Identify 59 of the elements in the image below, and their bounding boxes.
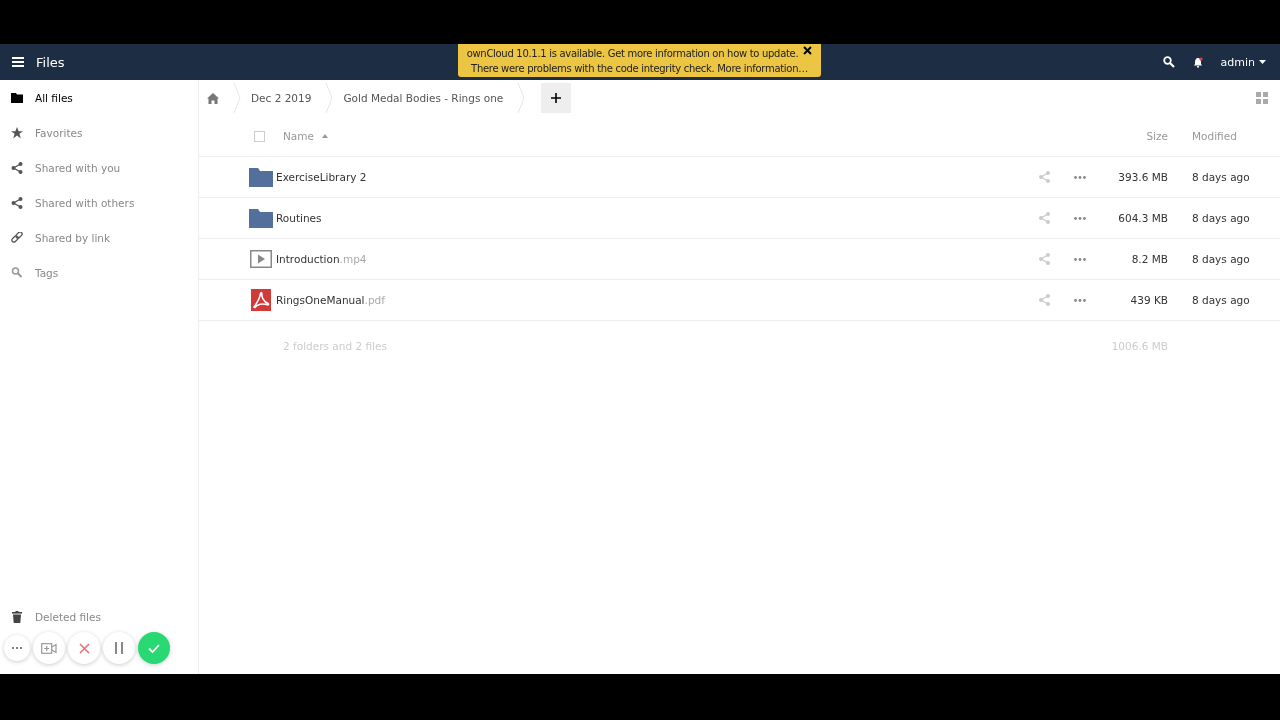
- file-size: 393.6 MB: [1117, 171, 1168, 183]
- search-icon[interactable]: [1162, 56, 1175, 68]
- sidebar-item[interactable]: Tags: [0, 255, 198, 290]
- cancel-button[interactable]: [68, 632, 100, 664]
- folder-icon: [249, 208, 273, 228]
- pause-icon: [115, 642, 123, 654]
- sidebar-item[interactable]: All files: [0, 80, 198, 115]
- breadcrumb[interactable]: Gold Medal Bodies - Rings one: [343, 92, 504, 104]
- pdf-file-icon: [251, 289, 271, 311]
- file-name[interactable]: Routines: [276, 212, 322, 224]
- share-icon: [11, 196, 23, 209]
- notification-text[interactable]: There were problems with the code integrity check. More information…: [471, 60, 808, 76]
- folder-icon: [11, 92, 23, 103]
- menu-icon[interactable]: [12, 57, 24, 67]
- sidebar-item[interactable]: Deleted files: [0, 599, 198, 634]
- sidebar-item[interactable]: Shared with you: [0, 150, 198, 185]
- select-all-checkbox[interactable]: [254, 130, 265, 142]
- sidebar-item[interactable]: Shared with others: [0, 185, 198, 220]
- notification-text: ownCloud 10.1.1 is available. Get more information on how to update.: [466, 46, 799, 61]
- folder-icon: [249, 167, 273, 187]
- modified-date: 8 days ago: [1191, 253, 1251, 265]
- breadcrumb[interactable]: Dec 2 2019: [251, 92, 312, 104]
- user-menu[interactable]: admin: [1220, 55, 1266, 69]
- more-icon[interactable]: [1074, 175, 1086, 179]
- search-icon: [11, 267, 23, 278]
- file-size: 8.2 MB: [1130, 253, 1168, 265]
- new-button[interactable]: [541, 83, 572, 113]
- file-name[interactable]: Introduction.mp4: [276, 253, 367, 265]
- more-icon[interactable]: [1074, 298, 1086, 302]
- modified-date: 8 days ago: [1191, 294, 1251, 306]
- share-icon: [11, 161, 23, 174]
- link-icon: [11, 231, 23, 244]
- camera-button[interactable]: [33, 632, 65, 664]
- close-icon[interactable]: [803, 45, 813, 55]
- file-size: 604.3 MB: [1117, 212, 1168, 224]
- done-button[interactable]: [138, 632, 170, 664]
- more-icon[interactable]: [1074, 257, 1086, 261]
- star-icon: [11, 126, 23, 139]
- video-file-icon: [250, 250, 272, 268]
- app-title[interactable]: Files: [36, 54, 65, 70]
- check-icon: [148, 643, 160, 653]
- file-size: 439 KB: [1129, 294, 1168, 306]
- camera-icon: [41, 642, 57, 654]
- grid-view-icon[interactable]: [1256, 92, 1268, 104]
- sidebar-item[interactable]: Shared by link: [0, 220, 198, 255]
- more-icon[interactable]: [1074, 216, 1086, 220]
- bell-icon[interactable]: [1192, 56, 1203, 68]
- close-icon: [78, 642, 90, 654]
- plus-icon: [551, 93, 562, 103]
- modified-date: 8 days ago: [1191, 171, 1251, 183]
- file-name[interactable]: RingsOneManual.pdf: [276, 294, 385, 306]
- file-name[interactable]: ExerciseLibrary 2: [276, 171, 367, 183]
- sort-icon[interactable]: [322, 134, 328, 138]
- home-icon[interactable]: [207, 92, 219, 104]
- pause-button[interactable]: [103, 632, 135, 664]
- caret-icon: [1259, 60, 1266, 64]
- modified-date: 8 days ago: [1191, 212, 1251, 224]
- sidebar-item[interactable]: Favorites: [0, 115, 198, 150]
- trash-icon: [11, 610, 23, 623]
